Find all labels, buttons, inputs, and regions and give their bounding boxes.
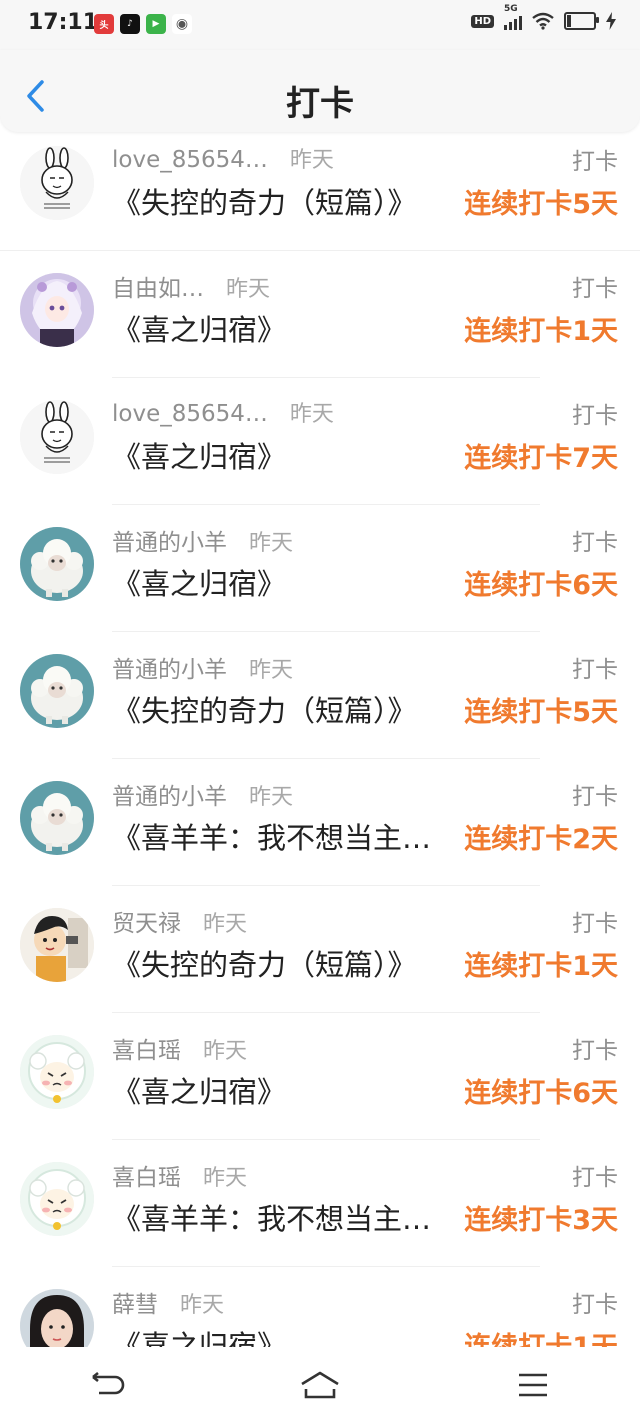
checkin-time: 昨天 [180,1293,225,1318]
checkin-time: 昨天 [289,402,334,427]
checkin-item[interactable]: 喜白瑶 昨天 打卡 《喜羊羊：我不想当主… 连续打卡3天 [0,1140,640,1267]
streak-text: 连续打卡6天 [464,1078,618,1109]
checkin-time: 昨天 [226,277,271,302]
checkin-tag: 打卡 [572,911,618,937]
checkin-time: 昨天 [289,148,334,173]
checkin-tag: 打卡 [572,530,618,556]
checkin-item[interactable]: 普通的小羊 昨天 打卡 《喜之归宿》 连续打卡6天 [0,505,640,632]
user-name[interactable]: 普通的小羊 [112,650,227,684]
checkin-time: 昨天 [203,1166,248,1191]
checkin-tag: 打卡 [572,403,618,429]
streak-text: 连续打卡5天 [464,697,618,728]
user-name[interactable]: love_85654… [112,401,268,427]
checkin-item[interactable]: love_85654… 昨天 打卡 《喜之归宿》 连续打卡7天 [0,378,640,505]
page-title: 打卡 [286,84,354,124]
avatar[interactable] [20,1162,94,1236]
checkin-item[interactable]: 喜白瑶 昨天 打卡 《喜之归宿》 连续打卡6天 [0,1013,640,1140]
checkin-tag: 打卡 [572,784,618,810]
menu-nav-button[interactable] [498,1360,568,1410]
checkin-tag: 打卡 [572,276,618,302]
avatar[interactable] [20,908,94,982]
checkin-time: 昨天 [203,912,248,937]
book-title[interactable]: 《失控的奇力（短篇）》 [112,180,417,222]
avatar[interactable] [20,654,94,728]
book-title[interactable]: 《喜之归宿》 [112,307,286,349]
streak-text: 连续打卡1天 [464,316,618,347]
book-title[interactable]: 《喜之归宿》 [112,434,286,476]
streak-text: 连续打卡2天 [464,824,618,855]
checkin-list[interactable]: love_85654… 昨天 打卡 《失控的奇力（短篇）》 连续打卡5天 自由如… [0,132,640,1347]
menu-nav-icon [519,1373,548,1396]
checkin-tag: 打卡 [572,1165,618,1191]
book-title[interactable]: 《喜之归宿》 [112,1323,286,1347]
user-name[interactable]: 喜白瑶 [112,1031,181,1065]
home-nav-icon [301,1371,339,1398]
checkin-item[interactable]: 贸天禄 昨天 打卡 《失控的奇力（短篇）》 连续打卡1天 [0,886,640,1013]
avatar[interactable] [20,527,94,601]
charging-icon [606,12,616,30]
game-app-icon: ▶ [146,14,166,34]
avatar[interactable] [20,400,94,474]
streak-text: 连续打卡1天 [464,951,618,982]
wechat-icon: ◉ [172,14,192,34]
checkin-tag: 打卡 [572,1038,618,1064]
streak-text: 连续打卡5天 [464,189,618,220]
book-title[interactable]: 《喜之归宿》 [112,1069,286,1111]
tiktok-icon: ♪ [120,14,140,34]
checkin-time: 昨天 [249,531,294,556]
checkin-tag: 打卡 [572,657,618,683]
signal-icon: 5G [504,4,522,30]
user-name[interactable]: 喜白瑶 [112,1158,181,1192]
checkin-time: 昨天 [249,785,294,810]
battery-icon [564,12,599,30]
top-bar: 打卡 [0,50,640,132]
user-name[interactable]: 贸天禄 [112,904,181,938]
back-nav-icon [91,1371,124,1394]
checkin-item[interactable]: 薛彗 昨天 打卡 《喜之归宿》 连续打卡1天 [0,1267,640,1347]
book-title[interactable]: 《失控的奇力（短篇）》 [112,688,417,730]
checkin-tag: 打卡 [572,149,618,175]
checkin-time: 昨天 [203,1039,248,1064]
status-bar: 17:11 头 ♪ ▶ ◉ HD 5G [0,0,640,50]
checkin-item[interactable]: 普通的小羊 昨天 打卡 《喜羊羊：我不想当主… 连续打卡2天 [0,759,640,886]
status-app-icons: 头 ♪ ▶ ◉ [94,14,192,34]
home-nav-button[interactable] [285,1360,355,1410]
streak-text: 连续打卡6天 [464,570,618,601]
avatar[interactable] [20,1289,94,1347]
book-title[interactable]: 《喜羊羊：我不想当主… [112,1196,431,1238]
wifi-icon [532,12,554,30]
checkin-item[interactable]: 普通的小羊 昨天 打卡 《失控的奇力（短篇）》 连续打卡5天 [0,632,640,759]
user-name[interactable]: love_85654… [112,147,268,173]
avatar[interactable] [20,273,94,347]
checkin-tag: 打卡 [572,1292,618,1318]
user-name[interactable]: 普通的小羊 [112,523,227,557]
book-title[interactable]: 《失控的奇力（短篇）》 [112,942,417,984]
book-title[interactable]: 《喜之归宿》 [112,561,286,603]
user-name[interactable]: 薛彗 [112,1285,158,1319]
status-indicators: HD 5G [471,4,616,30]
avatar[interactable] [20,1035,94,1109]
checkin-item[interactable]: 自由如… 昨天 打卡 《喜之归宿》 连续打卡1天 [0,251,640,378]
streak-text: 连续打卡7天 [464,443,618,474]
book-title[interactable]: 《喜羊羊：我不想当主… [112,815,431,857]
back-nav-button[interactable] [72,1360,142,1410]
streak-text: 连续打卡3天 [464,1205,618,1236]
checkin-item[interactable]: love_85654… 昨天 打卡 《失控的奇力（短篇）》 连续打卡5天 [0,132,640,251]
streak-text: 连续打卡1天 [464,1325,618,1347]
user-name[interactable]: 自由如… [112,269,204,303]
hd-badge: HD [471,14,494,28]
avatar[interactable] [20,781,94,855]
status-time: 17:11 [28,10,99,35]
user-name[interactable]: 普通的小羊 [112,777,227,811]
checkin-time: 昨天 [249,658,294,683]
avatar[interactable] [20,146,94,220]
news-app-icon: 头 [94,14,114,34]
system-nav-bar [0,1347,640,1422]
